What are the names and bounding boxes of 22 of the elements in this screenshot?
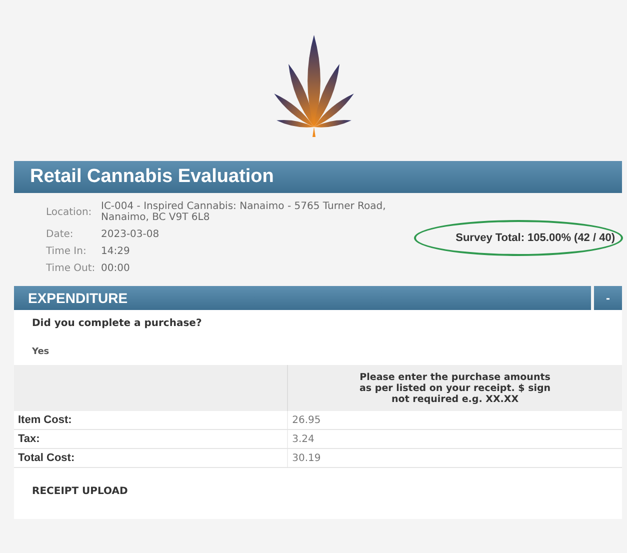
table-cell: 30.19 xyxy=(288,448,622,468)
upload-label: RECEIPT UPLOAD xyxy=(31,485,129,499)
page-title: Retail Cannabis Evaluation xyxy=(14,161,622,193)
info-label: Location: xyxy=(46,206,93,218)
table-cell: 26.95 xyxy=(288,411,622,430)
table-cell: Item Cost: xyxy=(14,411,288,430)
info-label: Time Out: xyxy=(46,263,96,274)
table-cell: 3.24 xyxy=(288,430,622,448)
table-cell: Tax: xyxy=(14,430,288,448)
table-cell: Total Cost: xyxy=(14,448,288,468)
info-label: Date: xyxy=(46,229,74,240)
info-value: 2023-03-08 xyxy=(101,229,160,240)
section-header: EXPENDITURE xyxy=(14,286,591,310)
info-value: 14:29 xyxy=(101,246,131,257)
survey-total: Survey Total: 105.00% (42 / 40) xyxy=(414,220,623,256)
info-value: IC-004 - Inspired Cannabis: Nanaimo - 5765 Turner Road, Nanaimo, BC V9T 6L8 xyxy=(101,201,387,223)
table-header: Please enter the purchase amounts as per listed on your receipt. $ sign not required e.g. XX.XX xyxy=(358,372,552,404)
answer-text: Yes xyxy=(31,346,50,359)
question-text: Did you complete a purchase? xyxy=(31,317,203,329)
info-value: 00:00 xyxy=(101,263,131,274)
info-label: Time In: xyxy=(46,246,88,257)
collapse-button[interactable]: - xyxy=(594,286,622,310)
